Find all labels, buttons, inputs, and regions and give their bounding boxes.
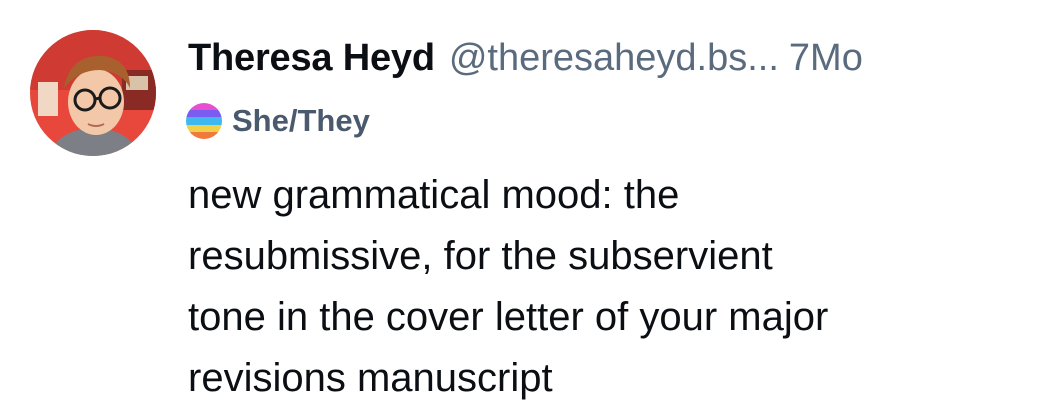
post-text-line: new grammatical mood: the: [188, 173, 680, 217]
author-display-name[interactable]: Theresa Heyd: [188, 37, 435, 80]
post-text-line: revisions manuscript: [188, 356, 553, 400]
author-pronouns: She/They: [232, 103, 370, 138]
author-handle[interactable]: @theresaheyd.bs...: [449, 37, 779, 80]
pronouns-row: She/They: [186, 100, 370, 142]
post-text-line: tone in the cover letter of your major: [188, 295, 829, 339]
post-text-line: resubmissive, for the subservient: [188, 234, 773, 278]
avatar-photo-icon: [30, 30, 156, 156]
post-header: Theresa Heyd @theresaheyd.bs... 7Mo: [188, 28, 1038, 88]
post-timestamp[interactable]: 7Mo: [789, 37, 863, 80]
post-body: new grammatical mood: the resubmissive, …: [188, 165, 1038, 409]
author-avatar[interactable]: [30, 30, 156, 156]
post-card[interactable]: Theresa Heyd @theresaheyd.bs... 7Mo She/…: [0, 0, 1057, 417]
pronoun-badge-icon: [186, 103, 222, 139]
